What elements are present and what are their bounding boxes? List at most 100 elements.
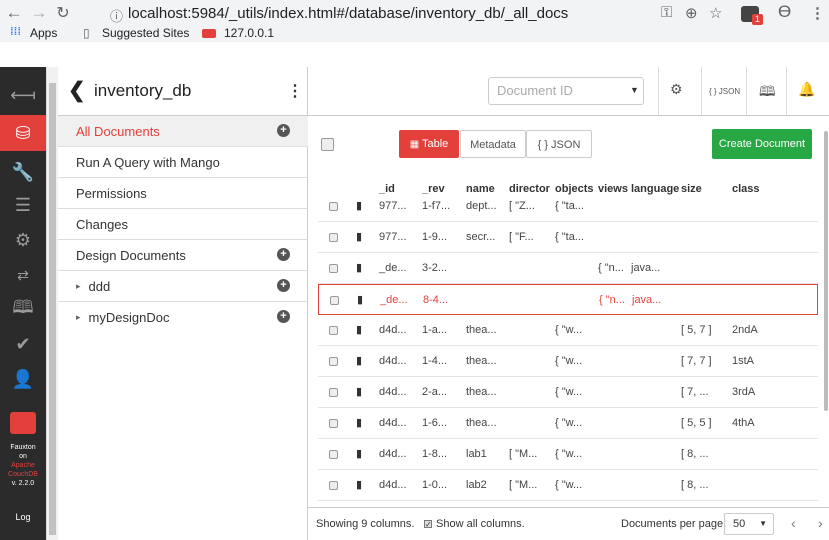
menu-icon[interactable]: ⋮ (810, 4, 825, 22)
setup-icon[interactable]: 🔧 (0, 154, 46, 190)
add-design-doc-icon[interactable]: + (277, 248, 290, 261)
cell-director[interactable]: [ "M... (509, 448, 537, 460)
back-chevron-icon[interactable]: ❮ (68, 78, 86, 103)
config-icon[interactable]: ⚙ (0, 222, 46, 258)
cell-objects[interactable]: { "ta... (555, 200, 584, 212)
databases-icon[interactable]: ⛁ (0, 115, 46, 151)
cell-size[interactable]: [ 8, ... (681, 479, 709, 491)
row-checkbox[interactable] (329, 233, 338, 242)
row-checkbox[interactable] (329, 326, 338, 335)
show-all-checkbox[interactable]: ✓ (424, 520, 432, 529)
table-row[interactable]: ▮ d4d... 1-0... lab2 [ "M... { "w... [ 8, ... (318, 470, 818, 501)
bookmark-apps[interactable]: Apps (30, 26, 57, 40)
cell-rev[interactable]: 1-6... (422, 417, 447, 429)
table-row[interactable]: ▮ d4d... 1-a... thea... { "w... [ 5, 7 ] 2ndA (318, 315, 818, 346)
cell-name[interactable]: thea... (466, 324, 497, 336)
cell-director[interactable]: [ "M... (509, 479, 537, 491)
cell-size[interactable]: [ 5, 5 ] (681, 417, 712, 429)
cell-id[interactable]: 977... (379, 231, 407, 243)
cell-objects[interactable]: { "w... (555, 479, 582, 491)
cell-rev[interactable]: 1-a... (422, 324, 447, 336)
metadata-view-button[interactable]: Metadata (460, 130, 526, 158)
create-document-button[interactable]: Create Document (712, 129, 812, 159)
cell-rev[interactable]: 2-a... (422, 386, 447, 398)
expand-arrow-icon[interactable]: ▸ (76, 312, 81, 323)
replication-icon[interactable]: ⇄ (0, 257, 46, 293)
docs-icon[interactable]: 🕮 (759, 81, 776, 105)
cell-size[interactable]: [ 5, 7 ] (681, 324, 712, 336)
cell-id[interactable]: 977... (379, 200, 407, 212)
sidebar-item-mydesigndoc[interactable]: ▸ myDesignDoc + (58, 302, 308, 333)
query-options-icon[interactable]: ⚙ (670, 81, 683, 98)
zoom-icon[interactable]: ⊕ (685, 4, 698, 22)
sidebar-item-permissions[interactable]: Permissions (58, 178, 308, 209)
collapse-nav-icon[interactable]: ⟻ (0, 77, 46, 113)
cell-objects[interactable]: { "w... (555, 324, 582, 336)
sidebar-item-all-documents[interactable]: All Documents + (58, 116, 308, 147)
table-scrollbar[interactable] (823, 129, 829, 507)
cell-size[interactable]: [ 7, ... (681, 386, 709, 398)
cell-class[interactable]: 2ndA (732, 324, 758, 336)
document-id-input[interactable]: Document ID (488, 77, 644, 105)
copy-id-icon[interactable]: ▮ (357, 293, 363, 306)
cell-size[interactable]: [ 8, ... (681, 448, 709, 460)
cell-objects[interactable]: { "w... (555, 417, 582, 429)
notifications-icon[interactable]: 🔔 (798, 81, 815, 98)
cell-name[interactable]: dept... (466, 200, 497, 212)
sidebar-item-design-documents[interactable]: Design Documents + (58, 240, 308, 271)
expand-arrow-icon[interactable]: ▸ (76, 281, 81, 292)
cell-name[interactable]: thea... (466, 417, 497, 429)
cell-id[interactable]: _de... (380, 294, 408, 306)
cell-objects[interactable]: { "ta... (555, 231, 584, 243)
cell-language[interactable]: java... (631, 262, 660, 274)
cell-class[interactable]: 1stA (732, 355, 754, 367)
row-checkbox[interactable] (329, 264, 338, 273)
cell-name[interactable]: secr... (466, 231, 495, 243)
info-icon[interactable]: ⓘ (110, 6, 123, 25)
cell-objects[interactable]: { "w... (555, 386, 582, 398)
cell-rev[interactable]: 1-8... (422, 448, 447, 460)
nav-scrollbar[interactable] (46, 67, 58, 540)
copy-id-icon[interactable]: ▮ (356, 385, 362, 398)
table-row[interactable]: ▮ _de... 8-4... { "n... java... (318, 284, 818, 315)
copy-id-icon[interactable]: ▮ (356, 199, 362, 212)
copy-id-icon[interactable]: ▮ (356, 323, 362, 336)
documentation-icon[interactable]: 🕮 (0, 292, 46, 328)
db-options-icon[interactable]: ⋮ (287, 81, 303, 101)
copy-id-icon[interactable]: ▮ (356, 447, 362, 460)
json-view-button[interactable]: { } JSON (526, 130, 592, 158)
table-row[interactable]: ▮ d4d... 1-8... lab1 [ "M... { "w... [ 8, ... (318, 439, 818, 470)
table-row[interactable]: ▮ 977... 1-9... secr... [ "F... { "ta... (318, 222, 818, 253)
back-icon[interactable]: ← (4, 3, 24, 23)
account-icon[interactable]: Ө (778, 2, 791, 22)
next-page-icon[interactable]: › (818, 515, 823, 531)
logout-link[interactable]: Log (0, 512, 46, 522)
cell-director[interactable]: [ "Z... (509, 200, 535, 212)
copy-id-icon[interactable]: ▮ (356, 354, 362, 367)
copy-id-icon[interactable]: ▮ (356, 478, 362, 491)
dropdown-caret-icon[interactable]: ▼ (630, 85, 639, 95)
cell-name[interactable]: thea... (466, 355, 497, 367)
sidebar-item-mango[interactable]: Run A Query with Mango (58, 147, 308, 178)
copy-id-icon[interactable]: ▮ (356, 416, 362, 429)
table-row[interactable]: ▮ 977... 1-f7... dept... [ "Z... { "ta... (318, 191, 818, 222)
key-icon[interactable]: ⚿ (661, 4, 672, 21)
cell-rev[interactable]: 1-0... (422, 479, 447, 491)
cell-rev[interactable]: 1-9... (422, 231, 447, 243)
row-checkbox[interactable] (329, 450, 338, 459)
copy-id-icon[interactable]: ▮ (356, 261, 362, 274)
cell-id[interactable]: d4d... (379, 479, 407, 491)
user-icon[interactable]: 👤 (0, 361, 46, 397)
sidebar-item-changes[interactable]: Changes (58, 209, 308, 240)
cell-size[interactable]: [ 7, 7 ] (681, 355, 712, 367)
forward-icon[interactable]: → (29, 3, 49, 23)
add-view-icon[interactable]: + (277, 310, 290, 323)
api-url-button[interactable]: { } JSON (709, 87, 740, 96)
cell-objects[interactable]: { "w... (555, 355, 582, 367)
add-document-icon[interactable]: + (277, 124, 290, 137)
cell-id[interactable]: d4d... (379, 448, 407, 460)
cell-class[interactable]: 4thA (732, 417, 755, 429)
cell-name[interactable]: lab1 (466, 448, 487, 460)
copy-id-icon[interactable]: ▮ (356, 230, 362, 243)
row-checkbox[interactable] (329, 419, 338, 428)
